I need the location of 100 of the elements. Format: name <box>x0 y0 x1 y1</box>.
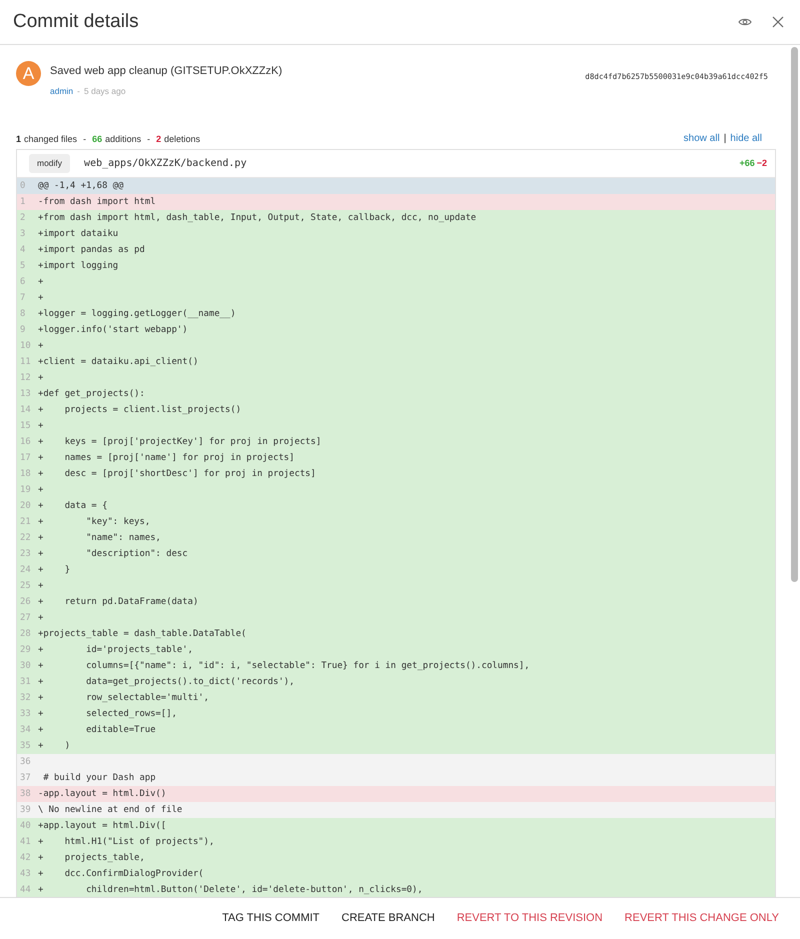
code-text: + "name": names, <box>38 532 161 545</box>
line-number: 30 <box>19 660 32 673</box>
file-path: web_apps/OkXZZzK/backend.py <box>84 157 248 172</box>
action-badge: modify <box>29 154 70 174</box>
code-text: + data=get_projects().to_dict('records'), <box>38 676 294 689</box>
hide-all-link[interactable]: hide all <box>730 131 762 146</box>
action-button[interactable]: TAG THIS COMMIT <box>211 910 331 927</box>
show-all-link[interactable]: show all <box>684 131 720 146</box>
line-number: 6 <box>19 276 26 289</box>
code-text: + "key": keys, <box>38 516 150 529</box>
code-text: + return pd.DataFrame(data) <box>38 596 198 609</box>
code-text: + names = [proj['name'] for proj in projects] <box>38 452 294 465</box>
code-text: + <box>38 340 44 353</box>
line-number: 26 <box>19 596 32 609</box>
separator: - <box>83 132 86 146</box>
code-text: @@ -1,4 +1,68 @@ <box>38 180 124 193</box>
commit-time: 5 days ago <box>84 84 126 98</box>
line-number: 8 <box>19 308 26 321</box>
code-text: +import dataiku <box>38 228 118 241</box>
line-number: 37 <box>19 772 32 785</box>
line-number: 7 <box>19 292 26 305</box>
line-number: 32 <box>19 692 32 705</box>
avatar: A <box>16 61 41 86</box>
code-text: +projects_table = dash_table.DataTable( <box>38 628 246 641</box>
code-text: + <box>38 612 44 625</box>
line-number: 39 <box>19 804 32 817</box>
eye-icon[interactable] <box>738 17 752 27</box>
line-number: 0 <box>19 180 26 193</box>
code-text: + } <box>38 564 70 577</box>
line-number: 5 <box>19 260 26 273</box>
author-link[interactable]: admin <box>50 84 74 98</box>
line-number: 27 <box>19 612 32 625</box>
line-number: 31 <box>19 676 32 689</box>
code-text: + keys = [proj['projectKey'] for proj in projects] <box>38 436 322 449</box>
code-text: + html.H1("List of projects"), <box>38 836 214 849</box>
line-number: 38 <box>19 788 32 801</box>
line-number: 15 <box>19 420 32 433</box>
code-text: + "description": desc <box>38 548 188 561</box>
line-number: 12 <box>19 372 32 385</box>
line-number: 9 <box>19 324 26 337</box>
additions-count: +66 <box>739 157 755 170</box>
line-number: 14 <box>19 404 32 417</box>
line-number: 25 <box>19 580 32 593</box>
divider: | <box>724 132 726 146</box>
code-text: +from dash import html, dash_table, Input, Output, State, callback, dcc, no_update <box>38 212 476 225</box>
code-text: +def get_projects(): <box>38 388 145 401</box>
line-number: 3 <box>19 228 26 241</box>
line-number: 18 <box>19 468 32 481</box>
code-text: + projects = client.list_projects() <box>38 404 242 417</box>
line-number: 21 <box>19 516 32 529</box>
line-number: 33 <box>19 708 32 721</box>
line-number: 19 <box>19 484 32 497</box>
line-number: 28 <box>19 628 32 641</box>
code-text: +logger = logging.getLogger(__name__) <box>38 308 236 321</box>
code-text: + row_selectable='multi', <box>38 692 209 705</box>
action-button[interactable]: CREATE BRANCH <box>330 910 446 927</box>
line-number: 41 <box>19 836 32 849</box>
line-number: 10 <box>19 340 32 353</box>
code-text: + <box>38 420 44 433</box>
line-number: 1 <box>19 196 26 209</box>
action-button[interactable]: REVERT TO THIS REVISION <box>446 910 614 927</box>
line-number: 16 <box>19 436 32 449</box>
line-number: 13 <box>19 388 32 401</box>
code-text: + id='projects_table', <box>38 644 193 657</box>
commit-message: Saved web app cleanup (GITSETUP.OkXZZzK) <box>50 64 284 79</box>
code-text: +logger.info('start webapp') <box>38 324 188 337</box>
window-title: Commit details <box>13 10 140 34</box>
stat-count: 1 <box>16 132 22 146</box>
code-text: + projects_table, <box>38 852 145 865</box>
separator: - <box>147 132 150 146</box>
stat-label: deletions <box>164 132 200 146</box>
code-text: + <box>38 580 44 593</box>
code-text: + <box>38 276 44 289</box>
code-text: + desc = [proj['shortDesc'] for proj in projects] <box>38 468 316 481</box>
line-number: 34 <box>19 724 32 737</box>
code-text: +client = dataiku.api_client() <box>38 356 198 369</box>
code-text: + selected_rows=[], <box>38 708 177 721</box>
code-text: + editable=True <box>38 724 156 737</box>
separator: - <box>77 84 80 98</box>
line-number: 29 <box>19 644 32 657</box>
line-number: 4 <box>19 244 26 257</box>
code-text: +import pandas as pd <box>38 244 145 257</box>
line-number: 40 <box>19 820 32 833</box>
code-text: + ) <box>38 740 70 753</box>
line-number: 17 <box>19 452 32 465</box>
code-text: + dcc.ConfirmDialogProvider( <box>38 868 204 881</box>
line-number: 36 <box>19 756 32 769</box>
stat-label: additions <box>105 132 142 146</box>
close-icon[interactable] <box>772 16 784 28</box>
line-number: 42 <box>19 852 32 865</box>
code-text: + <box>38 484 44 497</box>
code-text: + <box>38 372 44 385</box>
deletions-count: −2 <box>756 157 767 170</box>
code-text: +import logging <box>38 260 118 273</box>
action-button[interactable]: REVERT THIS CHANGE ONLY <box>614 910 790 927</box>
line-number: 35 <box>19 740 32 753</box>
line-number: 23 <box>19 548 32 561</box>
line-number: 22 <box>19 532 32 545</box>
line-number: 43 <box>19 868 32 881</box>
line-number: 2 <box>19 212 26 225</box>
